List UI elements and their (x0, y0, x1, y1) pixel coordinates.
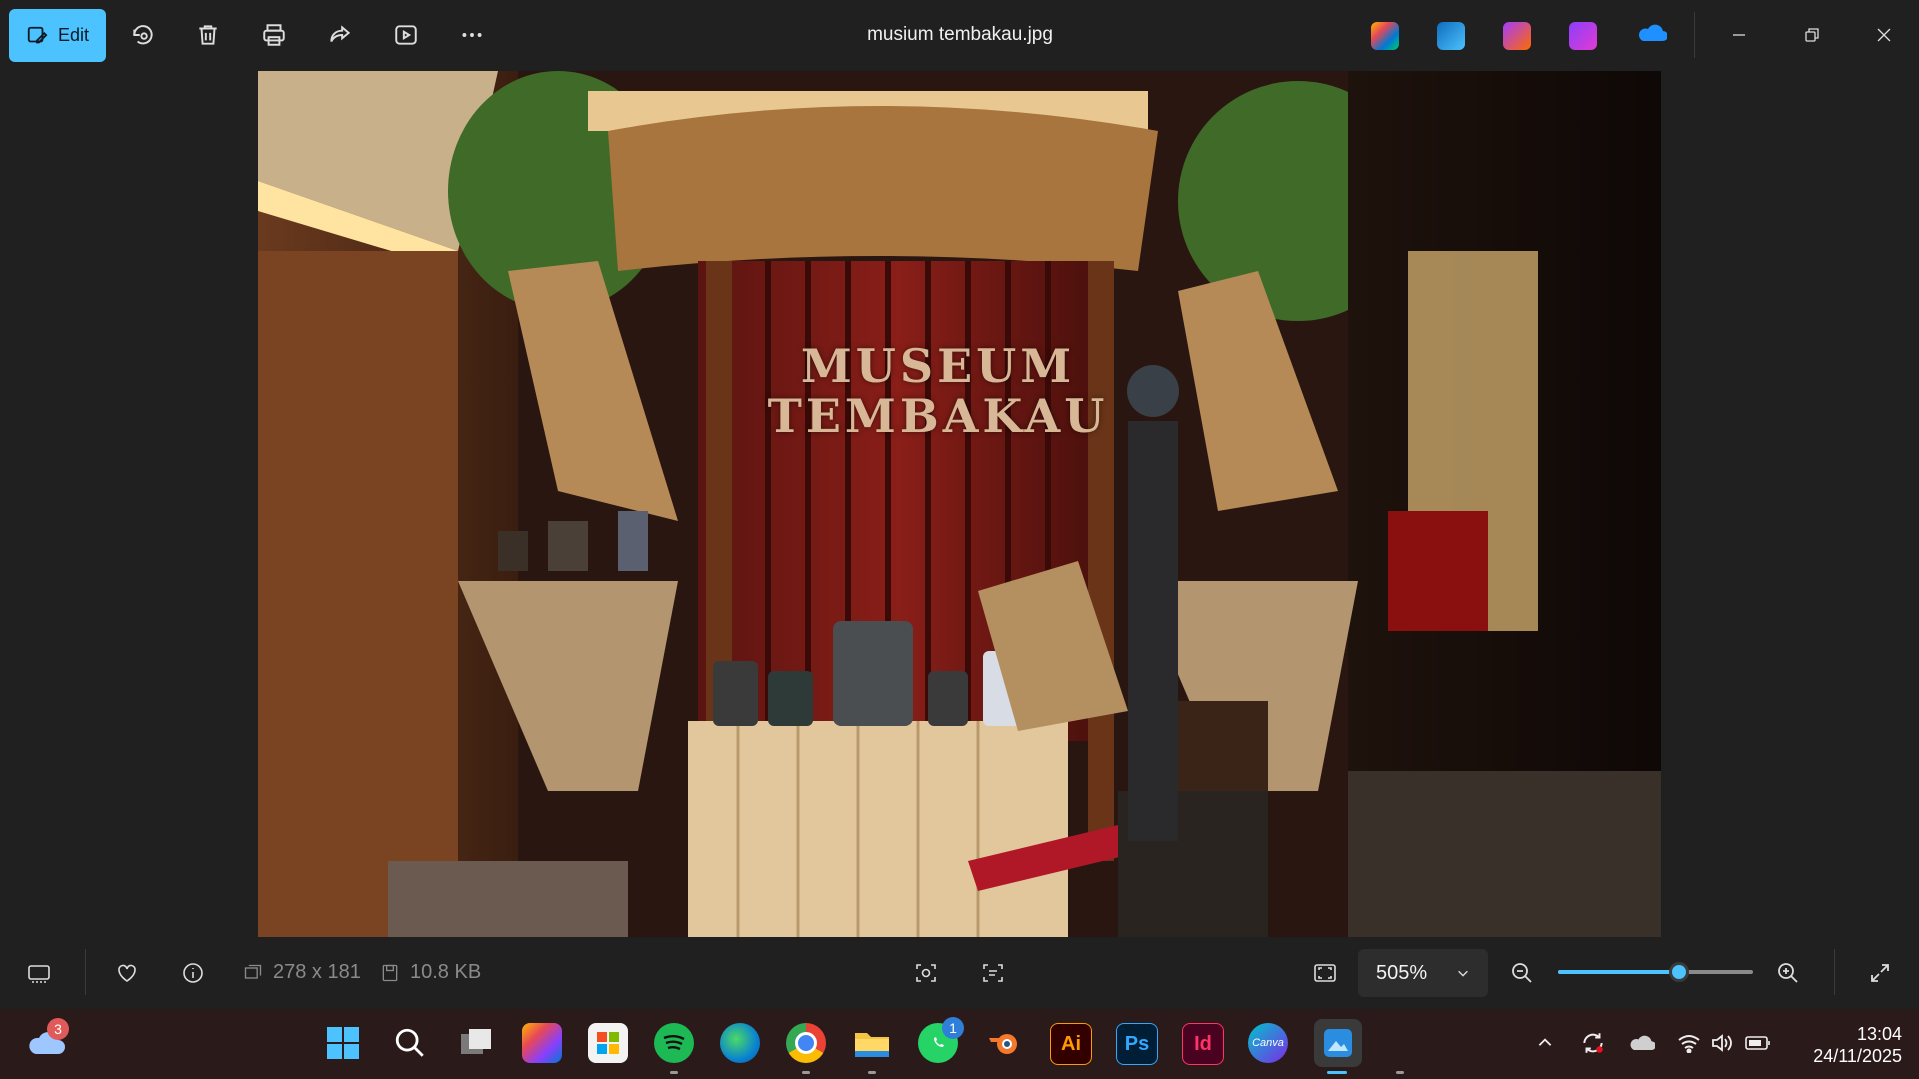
share-icon[interactable] (325, 20, 355, 50)
spotify-running-indicator (670, 1071, 678, 1074)
onedrive-cloud-icon[interactable] (1627, 1029, 1655, 1057)
filmstrip-icon[interactable] (25, 959, 53, 987)
infobar-divider (85, 949, 86, 995)
file-size-value: 10.8 KB (410, 961, 482, 983)
infobar-divider-right (1834, 949, 1835, 995)
windows-start-icon[interactable] (323, 1023, 363, 1063)
zoom-slider-thumb[interactable] (1668, 962, 1689, 982)
slideshow-icon[interactable] (391, 20, 421, 50)
whatsapp-badge: 1 (942, 1017, 964, 1039)
spotify-icon[interactable] (654, 1023, 694, 1063)
top-toolbar: Edit musium tembakau.jpg (0, 0, 1919, 71)
search-icon[interactable] (390, 1023, 430, 1063)
indesign-label: Id (1194, 1032, 1212, 1055)
file-size-icon (382, 964, 398, 981)
info-bar: 278 x 181 10.8 KB 505% (0, 937, 1919, 1009)
paint-cocreator-icon[interactable] (1503, 22, 1531, 50)
dimensions-value: 278 x 181 (273, 961, 361, 983)
edit-image-icon (27, 26, 48, 43)
task-view-icon[interactable] (456, 1023, 496, 1063)
clipchamp-icon[interactable] (1569, 22, 1597, 50)
microsoft-store-icon[interactable] (588, 1023, 628, 1063)
file-info-icon[interactable] (179, 959, 207, 987)
scan-text-icon[interactable] (979, 959, 1007, 987)
sync-icon[interactable] (1579, 1029, 1607, 1057)
full-screen-icon[interactable] (1866, 959, 1894, 987)
zoom-level-value: 505% (1376, 961, 1428, 984)
chrome-running-indicator (802, 1071, 810, 1074)
clock-date: 24/11/2025 (1813, 1046, 1902, 1066)
toolbar-divider (1694, 12, 1695, 58)
photoshop-icon[interactable]: Ps (1116, 1023, 1158, 1065)
sign-line-2: TEMBAKAU (767, 389, 1109, 443)
visual-search-icon[interactable] (912, 959, 940, 987)
illustrator-label: Ai (1061, 1032, 1081, 1055)
close-icon[interactable] (1867, 20, 1901, 50)
battery-icon[interactable] (1744, 1029, 1772, 1057)
print-icon[interactable] (259, 20, 289, 50)
system-clock[interactable]: 13:04 24/11/2025 (1780, 1023, 1902, 1067)
chevron-down-icon (1458, 970, 1468, 977)
minimize-icon[interactable] (1722, 20, 1756, 50)
zoom-out-icon[interactable] (1508, 959, 1536, 987)
photoshop-label: Ps (1124, 1032, 1150, 1055)
edit-label: Edit (57, 25, 90, 45)
weather-badge: 3 (47, 1018, 69, 1040)
chrome-icon[interactable] (786, 1023, 826, 1063)
image-dimensions: 278 x 181 (243, 961, 361, 984)
delete-icon[interactable] (193, 20, 223, 50)
resolution-icon (244, 964, 262, 979)
displayed-photo[interactable]: MUSEUM TEMBAKAU (258, 71, 1661, 937)
more-options-icon[interactable] (457, 20, 487, 50)
image-file-size: 10.8 KB (380, 961, 481, 984)
edge-icon[interactable] (720, 1023, 760, 1063)
wifi-icon[interactable] (1675, 1029, 1703, 1057)
photo-scene (258, 71, 1661, 937)
canva-icon[interactable]: Canva (1248, 1023, 1288, 1063)
volume-icon[interactable] (1708, 1029, 1736, 1057)
hidden-app-indicator (1396, 1071, 1404, 1074)
clock-time: 13:04 (1856, 1024, 1902, 1044)
chevron-up-icon[interactable] (1531, 1029, 1559, 1057)
fit-to-window-icon[interactable] (1311, 959, 1339, 987)
illustrator-icon[interactable]: Ai (1050, 1023, 1092, 1065)
designer-icon[interactable] (1437, 22, 1465, 50)
taskbar: 3 1 Ai Ps Id Canva 13:04 24/11/2025 (0, 1009, 1919, 1079)
photos-active-indicator (1327, 1071, 1347, 1074)
edit-button[interactable]: Edit (9, 9, 106, 62)
photos-icon[interactable] (1314, 1019, 1362, 1067)
file-explorer-icon[interactable] (852, 1023, 892, 1063)
zoom-level-dropdown[interactable]: 505% (1358, 949, 1488, 997)
rotate-icon[interactable] (128, 20, 158, 50)
canva-label: Canva (1252, 1037, 1284, 1049)
window-title: musium tembakau.jpg (867, 24, 1053, 45)
copilot-icon[interactable] (1371, 22, 1399, 50)
zoom-slider[interactable] (1558, 962, 1753, 982)
museum-sign: MUSEUM TEMBAKAU (728, 341, 1148, 441)
explorer-running-indicator (868, 1071, 876, 1074)
onedrive-icon[interactable] (1635, 22, 1668, 50)
blender-icon[interactable] (984, 1023, 1024, 1063)
sign-line-1: MUSEUM (800, 339, 1076, 393)
indesign-icon[interactable]: Id (1182, 1023, 1224, 1065)
restore-icon[interactable] (1795, 20, 1829, 50)
zoom-slider-fill (1558, 970, 1679, 974)
zoom-in-icon[interactable] (1774, 959, 1802, 987)
favorite-heart-icon[interactable] (113, 959, 141, 987)
copilot-icon[interactable] (522, 1023, 562, 1063)
